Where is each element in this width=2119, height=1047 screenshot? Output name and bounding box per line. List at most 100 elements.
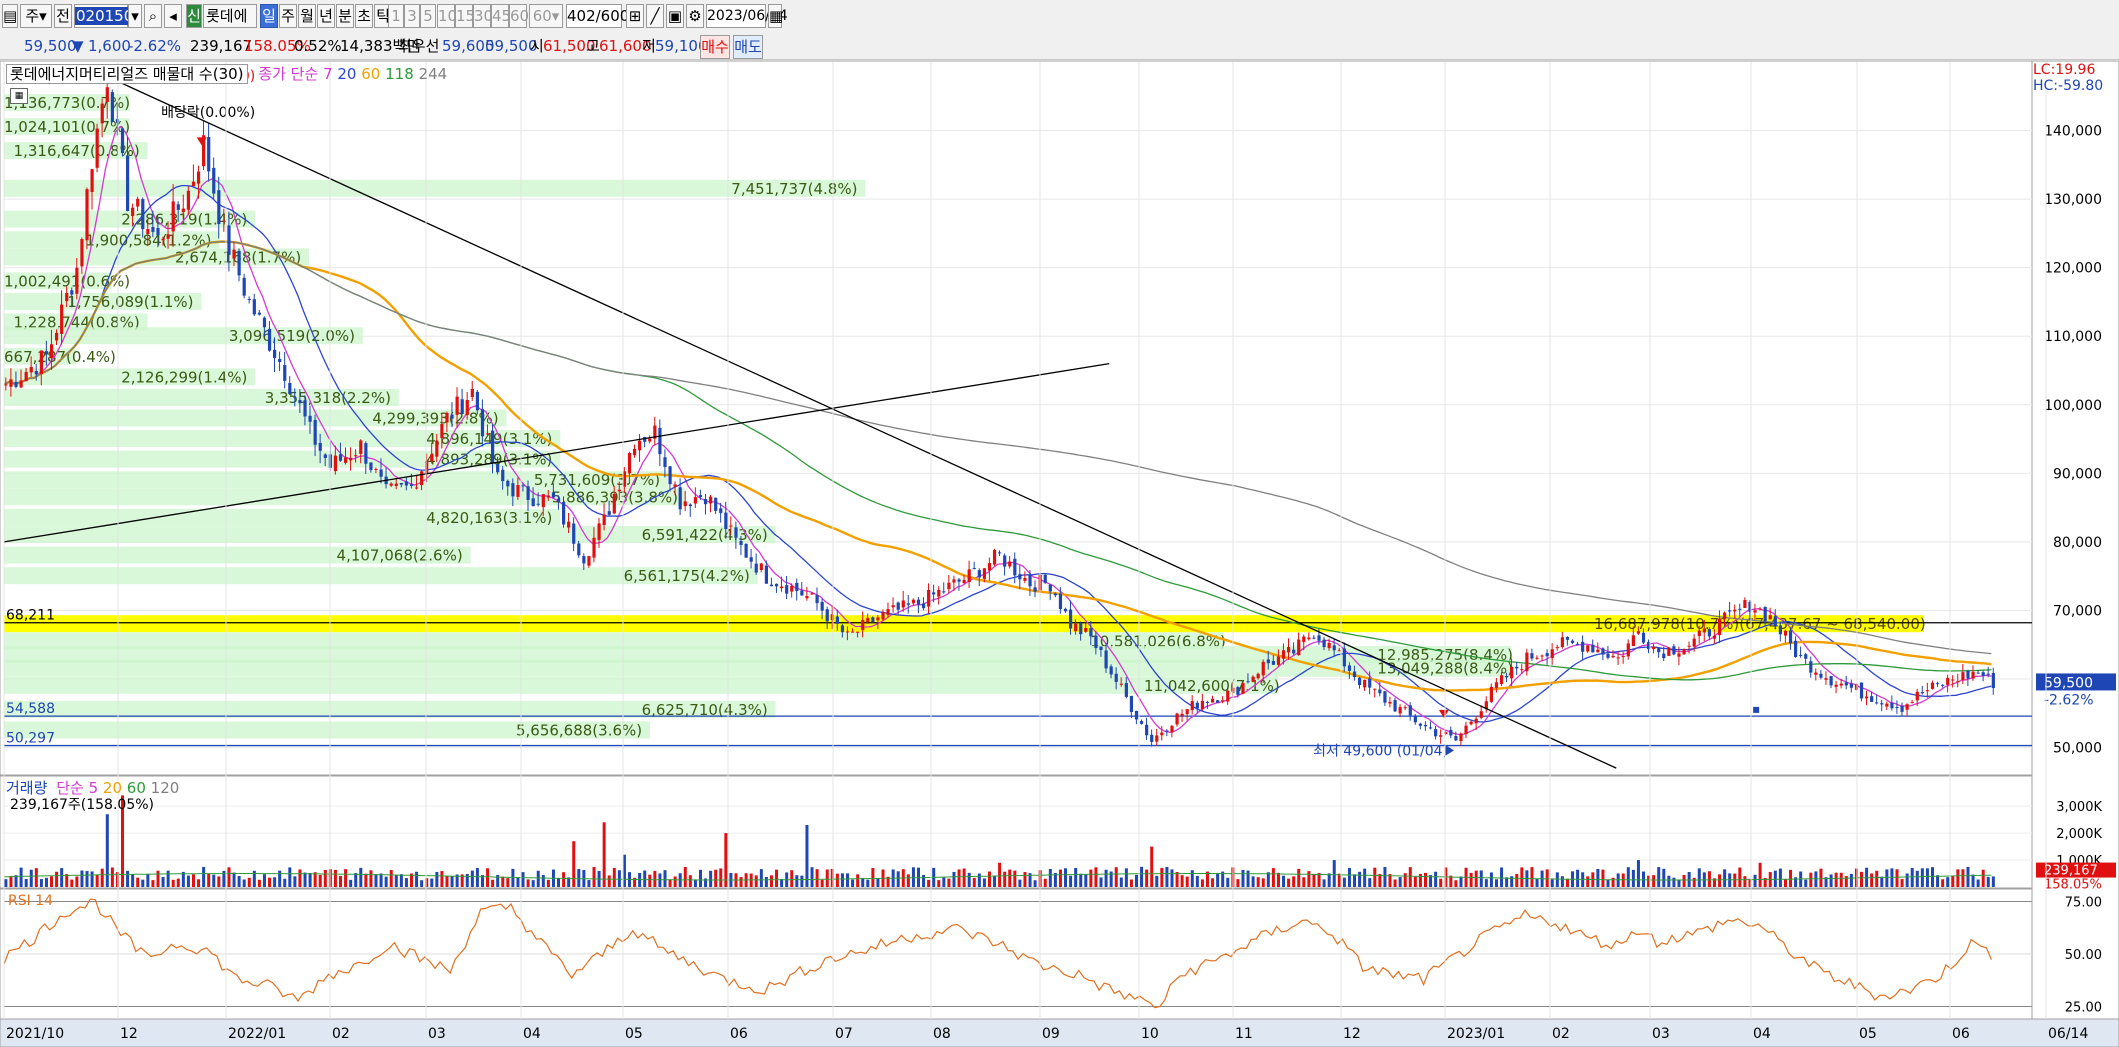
volume-bar [344,869,348,887]
volume-bar [1829,874,1833,887]
candle-body [592,537,596,558]
volume-bar [688,875,692,887]
candle-body [323,454,327,459]
volume-bar [668,879,672,887]
candle-body [1951,679,1955,681]
candle-body [1697,630,1701,637]
candle-body [1165,730,1169,732]
volume-bar [156,870,160,887]
candle-body [526,486,530,500]
candle-body [1302,636,1306,643]
candle-body [1221,700,1225,702]
volume-bar [110,867,114,887]
candle-body [1991,673,1995,689]
candle-body [1337,650,1341,652]
volume-bar [982,878,986,887]
candle-body [136,198,140,207]
volume-profile-label: 4,893,289(3.1%) [426,451,552,469]
volume-bar [415,871,419,887]
candle-body [921,603,926,609]
volume-bar [1033,880,1037,887]
x-axis-label: 04 [523,1026,541,1042]
volume-bar [1292,876,1296,887]
volume-bar [1211,878,1215,887]
candle-body [992,549,997,565]
volume-bar [1418,873,1422,887]
candle-body [1266,659,1270,664]
candle-body [1276,656,1281,665]
volume-bar [191,874,195,887]
volume-profile-label: 2,126,299(1.4%) [121,368,247,386]
grid-toggle-button[interactable]: ▦ [10,88,28,104]
volume-bar [927,879,931,887]
volume-bar [1936,875,1940,887]
volume-bar [501,876,505,887]
candle-body [49,344,54,359]
volume-bar [1707,871,1711,887]
volume-bar [769,875,773,887]
volume-bar [105,814,109,887]
volume-bar [1682,874,1686,887]
volume-bar [820,879,824,887]
volume-bar [24,878,28,887]
horizontal-level-label: 68,211 [6,608,55,624]
x-axis-label: 06 [730,1026,748,1042]
volume-bar [1358,871,1362,887]
volume-bar [541,875,545,887]
candle-body [288,382,292,395]
candle-body [632,449,637,456]
candle-body [638,440,642,451]
candle-body [1150,734,1154,742]
candle-body [678,487,682,510]
candle-body [455,396,459,415]
volume-profile-label: 4,820,163(3.1%) [426,509,552,527]
candle-body [278,358,282,362]
candle-body [1565,637,1570,640]
candle-body [1464,725,1468,735]
chart-area[interactable]: 50,00060,00070,00080,00090,000100,000110… [0,0,2119,1047]
volume-bar [85,871,89,887]
candle-body [1581,641,1585,652]
candle-body [1657,648,1661,653]
volume-bar [1018,879,1022,887]
volume-bar [693,879,697,887]
candle-body [176,204,180,210]
candle-body [1946,677,1950,685]
candle-body [1494,682,1499,688]
volume-bar [1925,868,1929,887]
volume-bar [1058,869,1062,887]
volume-bar [303,872,307,887]
volume-bar [673,876,677,887]
volume-bar [546,879,550,887]
x-axis-label: 2021/10 [6,1026,64,1042]
candle-body [627,453,632,474]
candle-body [1586,645,1590,652]
volume-bar [790,870,794,887]
candle-body [1322,639,1326,648]
candle-body [1499,675,1504,685]
volume-bar [1875,870,1879,887]
candle-body [1459,733,1463,742]
volume-bar [404,878,408,887]
dividend-annotation: 배당락(0.00%) [161,105,255,121]
candle-body [120,128,125,154]
candle-body [14,381,18,387]
candle-body [698,495,703,498]
candle-body [749,557,753,562]
candle-body [1454,736,1458,741]
volume-bar [952,871,956,887]
volume-bar [197,879,201,887]
candle-body [65,293,69,302]
candle-body [1489,686,1494,702]
volume-bar [1043,878,1047,887]
volume-bar [445,876,449,887]
signal-square-icon [1753,706,1760,713]
volume-bar [1413,876,1417,887]
volume-bar [1368,878,1372,887]
volume-bar [202,866,206,887]
candle-body [1515,666,1519,669]
candle-body [1469,721,1473,725]
candle-body [1089,628,1093,637]
volume-bar [1905,873,1909,887]
volume-bar [1981,869,1985,887]
